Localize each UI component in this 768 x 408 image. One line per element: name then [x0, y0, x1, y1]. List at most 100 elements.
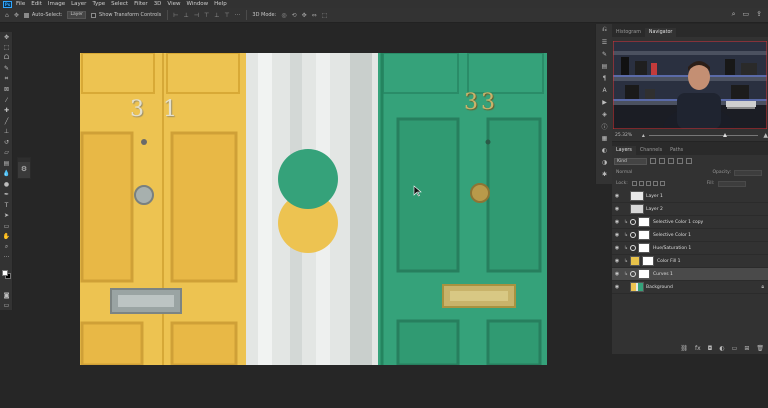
- path-select-icon[interactable]: ➤: [0, 211, 13, 222]
- align-bottom-icon[interactable]: ⊤: [224, 12, 229, 19]
- document-canvas[interactable]: 3 1 33: [80, 53, 547, 365]
- layer-name[interactable]: Background: [646, 285, 673, 290]
- auto-select-dropdown[interactable]: Layer: [67, 11, 87, 19]
- pen-icon[interactable]: ✒: [0, 190, 13, 201]
- eraser-icon[interactable]: ▱: [0, 148, 13, 159]
- filter-shape-icon[interactable]: [677, 158, 683, 164]
- layer-row[interactable]: ◉ ↳ Selective Color 1 copy: [612, 216, 768, 229]
- shape-icon[interactable]: ▭: [0, 221, 13, 232]
- new-layer-icon[interactable]: ⊞: [744, 345, 749, 352]
- styles-icon[interactable]: ◈: [596, 108, 613, 120]
- hand-icon[interactable]: ✋: [0, 232, 13, 243]
- layer-row[interactable]: ◉ Layer 2: [612, 203, 768, 216]
- paragraph-icon[interactable]: ¶: [596, 72, 613, 84]
- quick-select-icon[interactable]: ✎: [0, 64, 13, 75]
- lock-all-icon[interactable]: [659, 181, 665, 186]
- layer-mask-thumbnail[interactable]: [638, 230, 650, 240]
- zoom-in-icon[interactable]: ▲: [763, 132, 768, 139]
- lock-position-icon[interactable]: [645, 181, 651, 186]
- transform-controls-checkbox[interactable]: Show Transform Controls: [91, 12, 161, 18]
- layer-name[interactable]: Selective Color 1: [653, 233, 691, 238]
- lock-pixels-icon[interactable]: [631, 181, 637, 186]
- auto-select-check[interactable]: [23, 12, 29, 18]
- layer-mask-thumbnail[interactable]: [642, 256, 654, 266]
- tab-paths[interactable]: Paths: [666, 146, 687, 155]
- align-left-icon[interactable]: ⊢: [173, 12, 178, 19]
- zoom-icon[interactable]: ⌕: [0, 242, 13, 253]
- layer-name[interactable]: Hue/Saturation 1: [653, 246, 691, 251]
- layer-mask-thumbnail[interactable]: [638, 269, 650, 279]
- visibility-eye-icon[interactable]: ◉: [612, 245, 622, 251]
- align-right-icon[interactable]: ⊣: [194, 12, 199, 19]
- share-icon[interactable]: ⇪: [756, 10, 762, 19]
- auto-select-checkbox[interactable]: Auto-Select:: [23, 12, 62, 18]
- menu-help[interactable]: Help: [214, 0, 227, 8]
- marquee-icon[interactable]: ⬚: [0, 43, 13, 54]
- color-icon[interactable]: ◐: [596, 144, 613, 156]
- layer-style-icon[interactable]: fx: [695, 345, 701, 352]
- search-icon[interactable]: ⌕: [732, 10, 736, 19]
- foreground-color-swatch[interactable]: [2, 270, 8, 276]
- frame-icon[interactable]: ⊠: [0, 85, 13, 96]
- quick-mask-icon[interactable]: ◙: [0, 290, 13, 301]
- zoom-slider[interactable]: [648, 132, 759, 137]
- layer-row[interactable]: ◉ Layer 1: [612, 190, 768, 203]
- navigator-preview[interactable]: [613, 41, 767, 129]
- menu-edit[interactable]: Edit: [31, 0, 42, 8]
- home-icon[interactable]: ⌂: [5, 12, 9, 19]
- blend-mode-dropdown[interactable]: Normal: [616, 170, 632, 175]
- stamp-icon[interactable]: ⊥: [0, 127, 13, 138]
- menu-image[interactable]: Image: [48, 0, 65, 8]
- eyedropper-icon[interactable]: ⁄: [0, 95, 13, 106]
- opacity-field[interactable]: [734, 169, 762, 176]
- visibility-eye-icon[interactable]: ◉: [612, 284, 622, 290]
- type-icon[interactable]: T: [0, 200, 13, 211]
- filter-type-icon[interactable]: [668, 158, 674, 164]
- zoom-percent[interactable]: 25.32%: [615, 133, 637, 138]
- adjustments-icon[interactable]: ◑: [596, 156, 613, 168]
- zoom-slider-knob[interactable]: [722, 132, 727, 137]
- character-icon[interactable]: A: [596, 84, 613, 96]
- glyphs-icon[interactable]: ✱: [596, 168, 613, 180]
- dodge-icon[interactable]: ●: [0, 179, 13, 190]
- menu-layer[interactable]: Layer: [71, 0, 86, 8]
- adjust-icon[interactable]: ⚙: [18, 162, 30, 176]
- new-adjustment-icon[interactable]: ◐: [719, 345, 724, 352]
- layer-mask-thumbnail[interactable]: [638, 243, 650, 253]
- menu-filter[interactable]: Filter: [134, 0, 148, 8]
- visibility-eye-icon[interactable]: ◉: [612, 206, 622, 212]
- workspace-icon[interactable]: ▭: [743, 10, 750, 19]
- libraries-icon[interactable]: ▤: [596, 60, 613, 72]
- history-icon[interactable]: ⎌: [596, 24, 613, 36]
- tab-layers[interactable]: Layers: [612, 146, 636, 155]
- layer-name[interactable]: Layer 2: [646, 207, 663, 212]
- link-layers-icon[interactable]: ⛓: [680, 345, 688, 352]
- scale-icon[interactable]: ⬚: [322, 12, 328, 19]
- floating-tool-panel[interactable]: ⚙: [17, 157, 31, 179]
- layer-name[interactable]: Curves 1: [653, 272, 673, 277]
- visibility-eye-icon[interactable]: ◉: [612, 219, 622, 225]
- visibility-eye-icon[interactable]: ◉: [612, 193, 622, 199]
- visibility-eye-icon[interactable]: ◉: [612, 258, 622, 264]
- crop-icon[interactable]: ⌗: [0, 74, 13, 85]
- filter-kind-dropdown[interactable]: Kind: [614, 157, 647, 165]
- screen-mode-icon[interactable]: ▭: [0, 300, 13, 311]
- menu-type[interactable]: Type: [92, 0, 105, 8]
- align-center-icon[interactable]: ⊥: [183, 12, 188, 19]
- menu-window[interactable]: Window: [186, 0, 208, 8]
- fill-field[interactable]: [718, 180, 747, 187]
- layer-row[interactable]: ◉ Background 🔒︎: [612, 281, 768, 294]
- move-tool-preset-icon[interactable]: ✥: [14, 12, 19, 19]
- healing-icon[interactable]: ✚: [0, 106, 13, 117]
- menu-file[interactable]: File: [16, 0, 25, 8]
- brush-icon[interactable]: ╱: [0, 116, 13, 127]
- layer-name[interactable]: Color Fill 1: [657, 259, 680, 264]
- properties-icon[interactable]: ☰: [596, 36, 613, 48]
- layer-row-selected[interactable]: ◉ ↳ Curves 1: [612, 268, 768, 281]
- info-icon[interactable]: ⓘ: [596, 120, 613, 132]
- layer-row[interactable]: ◉ ↳ Color Fill 1: [612, 255, 768, 268]
- align-middle-icon[interactable]: ⊥: [214, 12, 219, 19]
- visibility-eye-icon[interactable]: ◉: [612, 232, 622, 238]
- new-group-icon[interactable]: ▭: [732, 345, 738, 352]
- pan-icon[interactable]: ✥: [302, 12, 307, 19]
